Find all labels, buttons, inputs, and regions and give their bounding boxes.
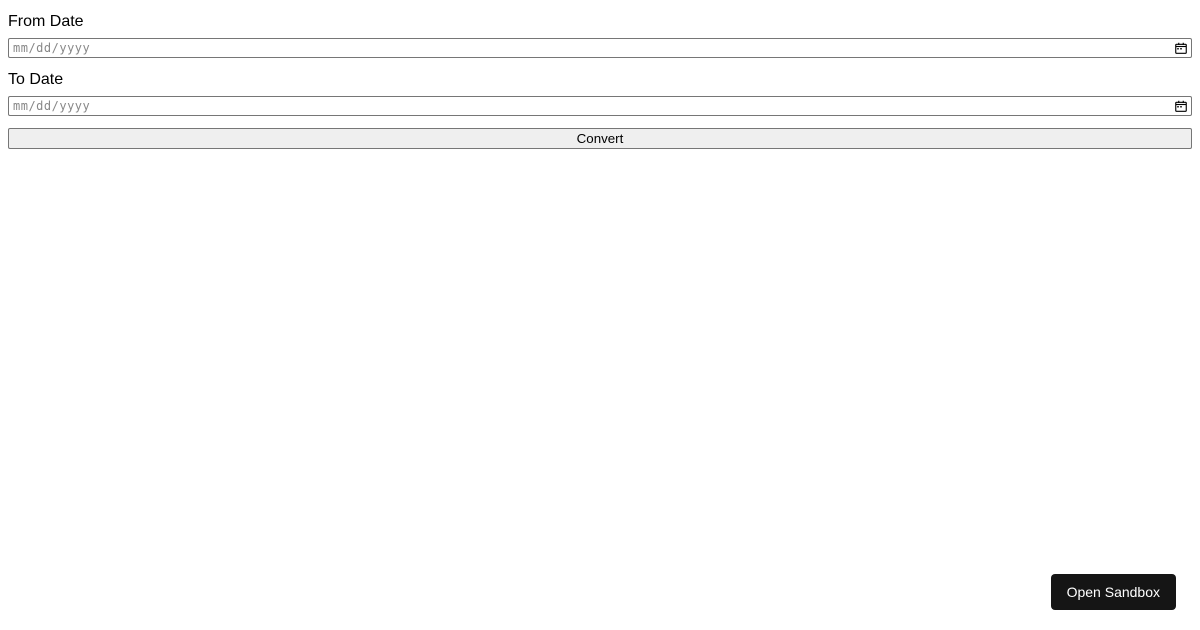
from-date-input-wrapper <box>8 38 1192 58</box>
from-date-label: From Date <box>8 10 1192 34</box>
from-date-input[interactable] <box>8 38 1192 58</box>
to-date-row: To Date <box>8 66 1192 124</box>
to-date-label: To Date <box>8 68 1192 92</box>
convert-button[interactable]: Convert <box>8 128 1192 149</box>
open-sandbox-button[interactable]: Open Sandbox <box>1051 574 1176 610</box>
from-date-row: From Date <box>8 8 1192 66</box>
to-date-input-wrapper <box>8 96 1192 116</box>
to-date-input[interactable] <box>8 96 1192 116</box>
